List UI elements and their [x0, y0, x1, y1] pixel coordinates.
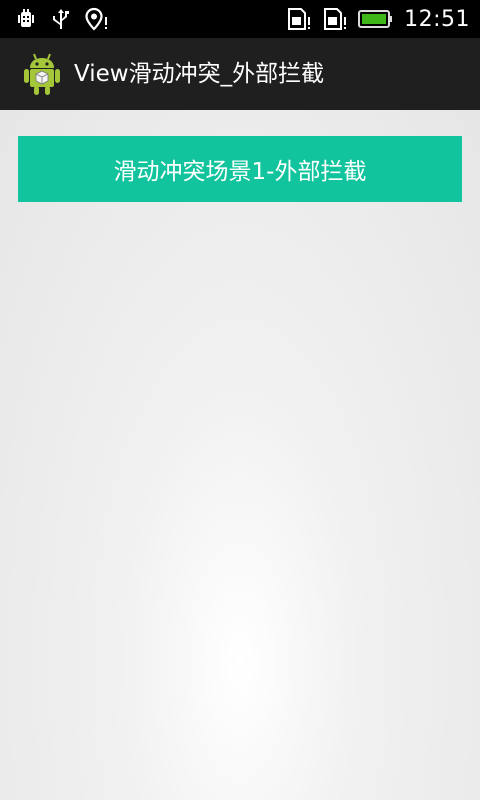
- battery-icon: [358, 7, 394, 31]
- debug-icon: [14, 7, 38, 31]
- main-content: 滑动冲突场景1-外部拦截: [0, 110, 480, 800]
- action-bar: View滑动冲突_外部拦截: [0, 38, 480, 110]
- status-left-icons: [14, 0, 110, 38]
- page-title: View滑动冲突_外部拦截: [74, 61, 325, 87]
- scroll-conflict-external-intercept-button[interactable]: 滑动冲突场景1-外部拦截: [18, 136, 462, 202]
- location-alert-icon: [84, 7, 110, 31]
- sd-card-alert-icon: [322, 7, 348, 31]
- status-time: 12:51: [404, 6, 470, 32]
- status-bar: 12:51: [0, 0, 480, 38]
- android-app-icon[interactable]: [22, 52, 62, 96]
- sd-card-alert-icon: [286, 7, 312, 31]
- status-right-icons: 12:51: [286, 0, 470, 38]
- usb-icon: [50, 7, 72, 31]
